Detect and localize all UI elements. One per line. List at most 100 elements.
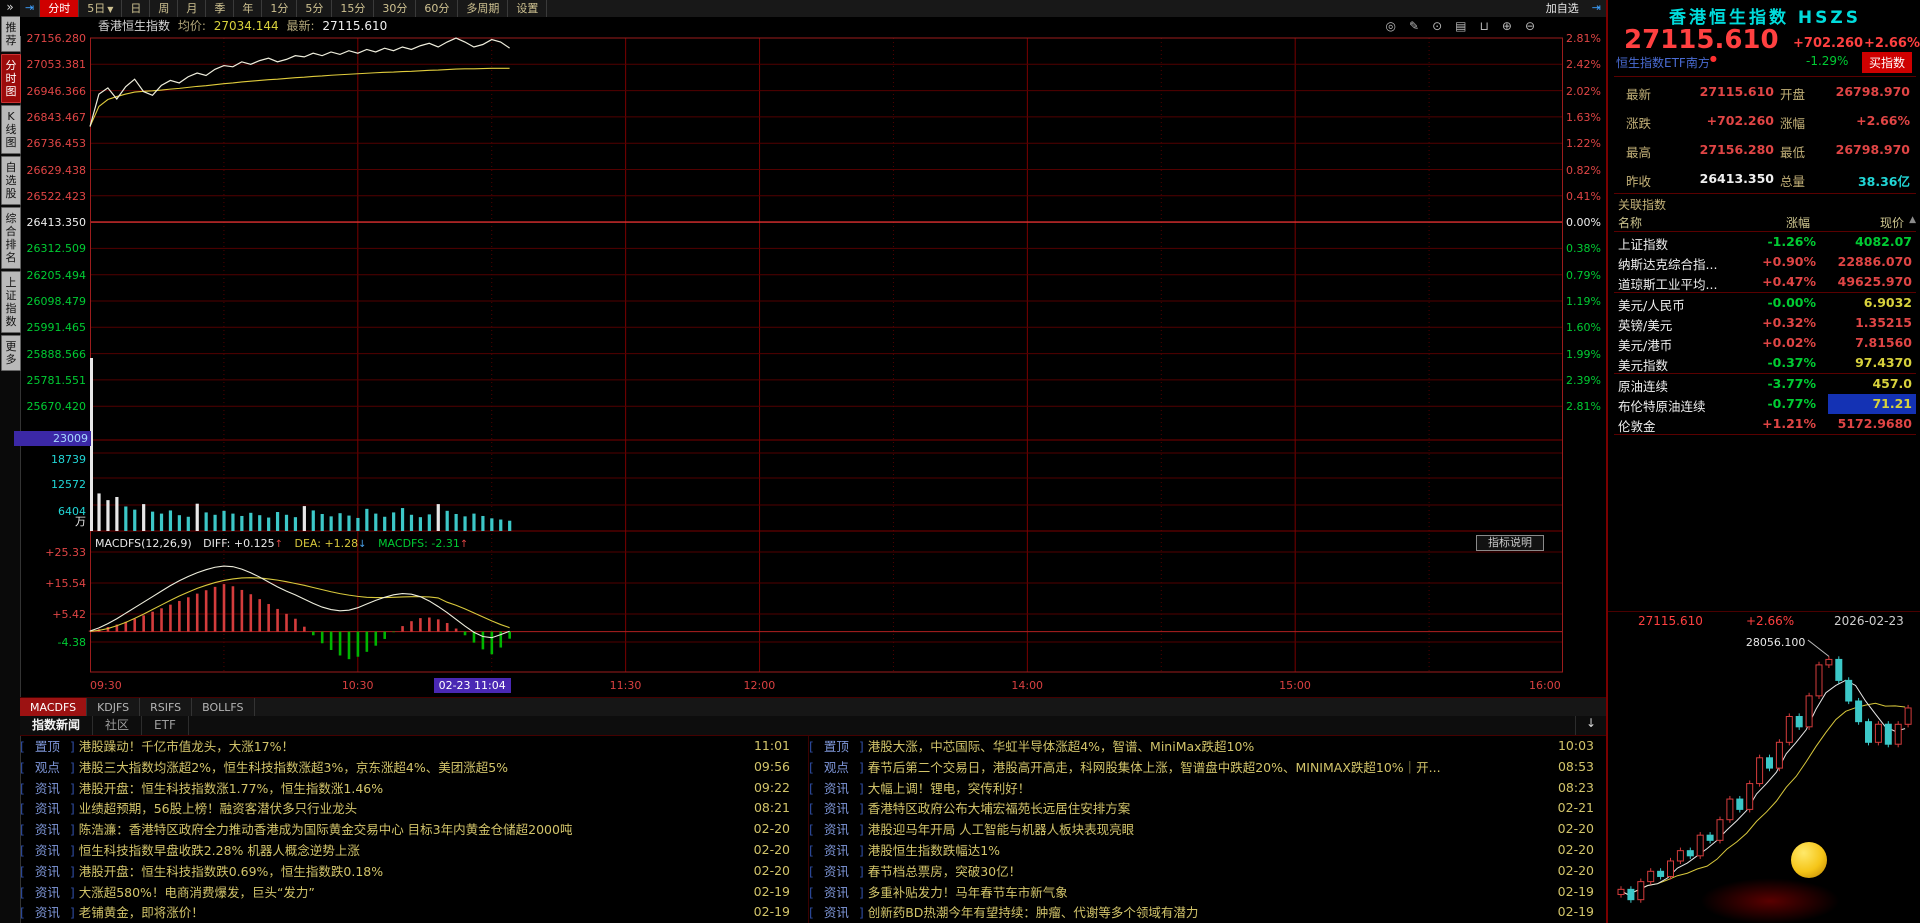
last-price-value: 27115.610	[322, 19, 388, 33]
floating-widget-ball[interactable]	[1791, 842, 1827, 878]
news-row[interactable]: [ 资讯 ] 陈浩濂：香港特区政府全力推动香港成为国际黄金交易中心 目标3年内黄…	[20, 819, 802, 840]
news-row[interactable]: [ 资讯 ] 香港特区政府公布大埔宏福苑长远居住安排方案 02-21	[809, 798, 1606, 819]
related-row-纳斯达克综合指...[interactable]: 纳斯达克综合指... +0.90% 22886.070	[1614, 252, 1916, 272]
toolbar-button-周[interactable]: 周	[150, 0, 179, 17]
related-row-上证指数[interactable]: 上证指数 -1.26% 4082.07	[1614, 232, 1916, 252]
news-tab-指数新闻[interactable]: 指数新闻	[20, 716, 94, 735]
toolbar-button-季[interactable]: 季	[206, 0, 235, 17]
add-watchlist-button[interactable]: 加自选 ⇥	[1538, 0, 1606, 17]
eye-icon[interactable]: ⊙	[1432, 19, 1443, 33]
news-title: 恒生科技指数早盘收跌2.28% 机器人概念逆势上涨	[78, 842, 360, 858]
toolbar-button-60分[interactable]: 60分	[416, 0, 459, 17]
news-time: 02-20	[1557, 862, 1594, 878]
related-row-英镑/美元[interactable]: 英镑/美元 +0.32% 1.35215	[1614, 313, 1916, 333]
time-tick-label: 12:00	[743, 679, 776, 692]
price-axis-label: 25781.551	[26, 373, 87, 387]
news-tabs: 指数新闻 社区 ETF ↓	[20, 716, 1606, 736]
news-row[interactable]: [ 资讯 ] 大幅上调！锂电，突传利好！ 08:23	[809, 778, 1606, 799]
sidebar-item-推荐[interactable]: 推荐	[1, 16, 21, 52]
scroll-up-icon[interactable]: ▲	[1909, 215, 1916, 225]
avg-label: 均价:	[177, 19, 206, 33]
download-icon[interactable]: ↓	[1574, 716, 1606, 735]
news-row[interactable]: [ 资讯 ] 春节档总票房，突破30亿！ 02-20	[809, 861, 1606, 882]
news-row[interactable]: [ 资讯 ] 创新药BD热潮今年有望持续：肿瘤、代谢等多个领域有潜力 02-19	[809, 902, 1606, 923]
sidebar-item-分时图[interactable]: 分时图	[1, 54, 21, 103]
news-row[interactable]: [ 资讯 ] 港股开盘：恒生科技指数涨1.77%，恒生指数涨1.46% 09:22	[20, 778, 802, 799]
buy-index-button[interactable]: 买指数	[1861, 52, 1912, 73]
toolbar-button-设置[interactable]: 设置	[508, 0, 548, 17]
news-row[interactable]: [ 资讯 ] 港股开盘：恒生科技指数跌0.69%，恒生指数跌0.18% 02-20	[20, 861, 802, 882]
quote-value: 38.36亿	[1857, 174, 1910, 189]
indicator-tab-MACDFS[interactable]: MACDFS	[20, 698, 88, 717]
news-tab-社区[interactable]: 社区	[93, 716, 143, 735]
price-axis-label: 26843.467	[26, 110, 87, 124]
news-row[interactable]: [ 资讯 ] 港股恒生指数跌幅达1% 02-20	[809, 840, 1606, 861]
news-row[interactable]: [ 资讯 ] 业绩超预期，56股上榜！融资客潜伏多只行业龙头 08:21	[20, 798, 802, 819]
macd-diff: DIFF: +0.125	[203, 537, 275, 550]
indicator-help-button[interactable]: 指标说明	[1476, 535, 1544, 551]
col-price: 现价	[1879, 216, 1904, 230]
news-title: 港股开盘：恒生科技指数跌0.69%，恒生指数跌0.18%	[78, 863, 384, 879]
lock-icon[interactable]: ⊔	[1480, 19, 1490, 33]
percent-axis-label: 0.00%	[1566, 216, 1601, 230]
related-row-布伦特原油连续[interactable]: 布伦特原油连续 -0.77% 71.21	[1614, 394, 1916, 414]
jump-icon[interactable]: ⇥	[20, 0, 41, 17]
zoom-out-icon[interactable]: ⊖	[1525, 19, 1536, 33]
news-row[interactable]: [ 置顶 ] 港股躁动！千亿市值龙头，大涨17%！ 11:01	[20, 736, 802, 757]
bracket-open: [	[20, 884, 29, 900]
news-row[interactable]: [ 资讯 ] 恒生科技指数早盘收跌2.28% 机器人概念逆势上涨 02-20	[20, 840, 802, 861]
bracket-open: [	[20, 780, 29, 796]
toolbar-button-月[interactable]: 月	[178, 0, 207, 17]
indicator-tab-RSIFS[interactable]: RSIFS	[140, 698, 193, 717]
news-tag: 资讯	[34, 822, 60, 838]
collapse-icon[interactable]: »	[0, 0, 20, 14]
news-row[interactable]: [ 资讯 ] 港股迎马年开局 人工智能与机器人板块表现亮眼 02-20	[809, 819, 1606, 840]
bracket-open: [	[809, 759, 818, 775]
time-tick-label: 11:30	[609, 679, 642, 692]
news-title: 香港特区政府公布大埔宏福苑长远居住安排方案	[867, 801, 1131, 817]
settings-icon[interactable]: ◎	[1386, 19, 1397, 33]
zoom-in-icon[interactable]: ⊕	[1502, 19, 1513, 33]
news-tab-ETF[interactable]: ETF	[142, 716, 189, 735]
toolbar-button-5日[interactable]: 5日 ▼	[79, 0, 123, 17]
related-row-道琼斯工业平均...[interactable]: 道琼斯工业平均... +0.47% 49625.970	[1614, 272, 1916, 292]
toolbar-button-多周期[interactable]: 多周期	[458, 0, 509, 17]
print-icon[interactable]: ▤	[1455, 19, 1467, 33]
indicator-tab-KDJFS[interactable]: KDJFS	[87, 698, 141, 717]
related-row-美元指数[interactable]: 美元指数 -0.37% 97.4370	[1614, 353, 1916, 373]
related-row-美元/港币[interactable]: 美元/港币 +0.02% 7.81560	[1614, 333, 1916, 353]
toolbar-button-30分[interactable]: 30分	[374, 0, 417, 17]
toolbar-button-年[interactable]: 年	[234, 0, 263, 17]
related-change: +1.21%	[1762, 416, 1816, 431]
news-title: 春节档总票房，突破30亿！	[867, 863, 1022, 879]
related-name: 英镑/美元	[1618, 318, 1673, 333]
news-row[interactable]: [ 观点 ] 港股三大指数均涨超2%，恒生科技指数涨超3%，京东涨超4%、美团涨…	[20, 757, 802, 778]
draw-icon[interactable]: ✎	[1409, 19, 1420, 33]
sidebar-item-上证指数[interactable]: 上证指数	[1, 271, 21, 333]
indicator-tab-BOLLFS[interactable]: BOLLFS	[192, 698, 255, 717]
related-row-原油连续[interactable]: 原油连续 -3.77% 457.0	[1614, 374, 1916, 394]
sidebar-item-自选股[interactable]: 自选股	[1, 156, 21, 205]
sidebar-item-K线图[interactable]: K线图	[1, 105, 21, 154]
related-row-美元/人民币[interactable]: 美元/人民币 -0.00% 6.9032	[1614, 293, 1916, 313]
related-row-伦敦金[interactable]: 伦敦金 +1.21% 5172.9680	[1614, 414, 1916, 434]
news-tag: 置顶	[823, 739, 849, 754]
sidebar-item-综合排名[interactable]: 综合排名	[1, 207, 21, 269]
news-row[interactable]: [ 资讯 ] 老铺黄金，即将涨价！ 02-19	[20, 902, 802, 923]
news-row[interactable]: [ 置顶 ] 港股大涨，中芯国际、华虹半导体涨超4%，智谱、MiniMax跌超1…	[809, 736, 1606, 757]
bracket-close: ]	[854, 884, 868, 900]
news-row[interactable]: [ 观点 ] 春节后第二个交易日，港股高开高走，科网股集体上涨，智谱盘中跌超20…	[809, 757, 1606, 778]
toolbar-button-日[interactable]: 日	[122, 0, 151, 17]
related-name: 布伦特原油连续	[1618, 399, 1706, 414]
bracket-close: ]	[854, 905, 868, 921]
toolbar-button-15分[interactable]: 15分	[332, 0, 375, 17]
news-row[interactable]: [ 资讯 ] 大涨超580%！电商消费爆发，巨头“发力” 02-19	[20, 882, 802, 903]
volume-max-label: 23009	[14, 431, 91, 446]
toolbar-button-5分[interactable]: 5分	[297, 0, 333, 17]
sidebar-item-更多[interactable]: 更多	[1, 335, 21, 371]
bracket-close: ]	[854, 822, 868, 838]
toolbar-button-分时[interactable]: 分时	[40, 0, 80, 17]
etf-name-link[interactable]: 恒生指数ETF南方	[1616, 56, 1710, 70]
toolbar-button-1分[interactable]: 1分	[262, 0, 298, 17]
news-row[interactable]: [ 资讯 ] 多重补贴发力！马年春节车市新气象 02-19	[809, 882, 1606, 903]
